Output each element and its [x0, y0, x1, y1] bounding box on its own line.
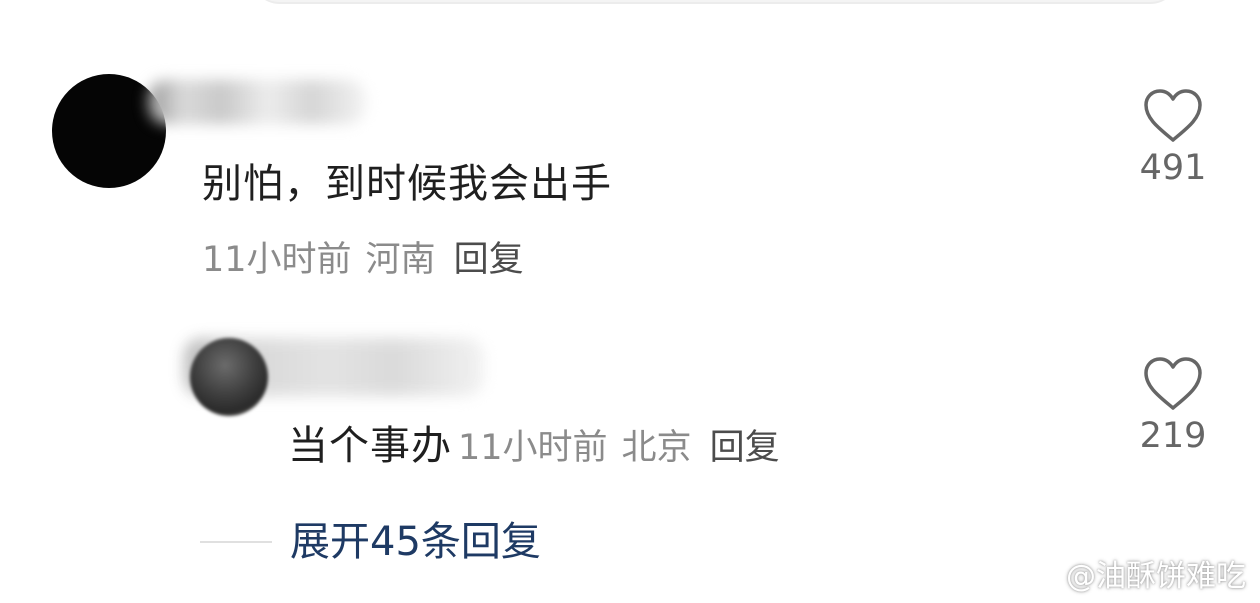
watermark-text: @油酥饼难吃: [1066, 559, 1246, 594]
replier-avatar[interactable]: [190, 338, 268, 416]
comment-location: 河南: [365, 240, 436, 280]
reply-reply-button[interactable]: 回复: [710, 428, 780, 468]
commenter-name-blurred: [148, 80, 366, 124]
weibo-logo-icon: [1021, 557, 1060, 589]
expand-divider: [200, 541, 272, 543]
heart-outline-icon: [1144, 89, 1202, 142]
comment-like-button[interactable]: 491: [1128, 88, 1218, 190]
comment-text: 别怕，到时候我会出手: [202, 161, 612, 207]
top-rounded-bar: [250, 0, 1180, 4]
heart-outline-icon: [1144, 357, 1202, 410]
expand-replies-button[interactable]: 展开45条回复: [290, 514, 541, 570]
comment-like-count: 491: [1139, 148, 1207, 188]
reply-time: 11小时前: [458, 428, 608, 468]
comment-meta: 11小时前 河南 回复: [202, 237, 524, 283]
expand-replies-row[interactable]: 展开45条回复: [200, 514, 541, 570]
comment-time: 11小时前: [202, 240, 352, 280]
comment-reply-button[interactable]: 回复: [454, 240, 524, 280]
reply-meta: 11小时前 北京 回复: [458, 428, 780, 468]
reply-like-button[interactable]: 219: [1128, 356, 1218, 458]
reply-row: 当个事办 11小时前 北京 回复: [288, 420, 780, 480]
reply-like-count: 219: [1139, 416, 1207, 456]
reply-text: 当个事办: [288, 423, 452, 469]
watermark: @油酥饼难吃: [1020, 551, 1246, 595]
reply-location: 北京: [621, 428, 692, 468]
